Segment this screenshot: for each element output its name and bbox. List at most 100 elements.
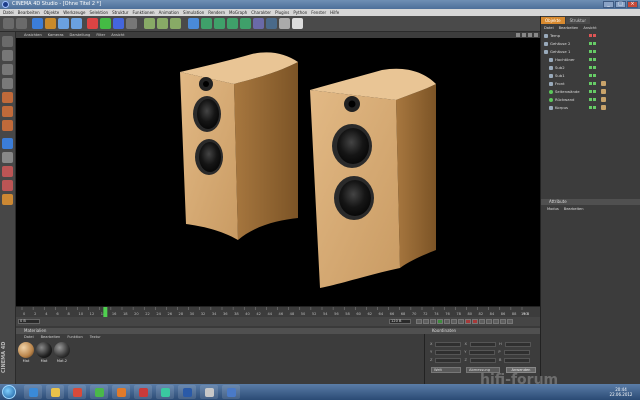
scene-icon[interactable] [266, 18, 277, 29]
attribute-menu-item[interactable]: Modus [547, 207, 559, 211]
object-row[interactable]: Korpus [541, 104, 640, 111]
menu-item[interactable]: MoGraph [229, 10, 247, 15]
render-visibility-icon[interactable] [593, 34, 596, 37]
render-visibility-icon[interactable] [593, 74, 596, 77]
object-row[interactable]: Gehäuse 1 [541, 48, 640, 55]
render-visibility-icon[interactable] [593, 98, 596, 101]
object-row[interactable]: Rückwand [541, 96, 640, 103]
taskbar-app[interactable] [178, 385, 196, 399]
menu-item[interactable]: Charakter [251, 10, 271, 15]
y-axis-icon[interactable] [100, 18, 111, 29]
array-icon[interactable] [227, 18, 238, 29]
rotation-b-field[interactable] [504, 358, 531, 363]
object-row[interactable]: Front [541, 80, 640, 87]
object-mode-icon[interactable] [2, 64, 13, 75]
render-visibility-icon[interactable] [593, 50, 596, 53]
next-frame-icon[interactable] [444, 319, 450, 324]
texture-tag-icon[interactable] [601, 81, 606, 86]
visibility-flags[interactable] [589, 58, 596, 61]
solo-icon[interactable] [2, 194, 13, 205]
taskbar-app[interactable] [222, 385, 240, 399]
render-visibility-icon[interactable] [593, 58, 596, 61]
material-menu-item[interactable]: Datei [24, 335, 34, 339]
coordinate-system-icon[interactable] [126, 18, 137, 29]
next-key-icon[interactable] [451, 319, 457, 324]
cube-icon[interactable] [188, 18, 199, 29]
timeline-ruler[interactable]: 0 2 4 6 8 10 12 14 16 18 20 22 24 26 28 30 32 34 36 38 40 42 4… [16, 306, 540, 317]
menu-item[interactable]: Animation [159, 10, 179, 15]
render-view-icon[interactable] [144, 18, 155, 29]
polygons-mode-icon[interactable] [2, 120, 13, 131]
visibility-flags[interactable] [589, 34, 596, 37]
position-x-field[interactable] [435, 342, 462, 347]
menu-item[interactable]: Python [293, 10, 307, 15]
go-to-end-icon[interactable] [458, 319, 464, 324]
render-visibility-icon[interactable] [593, 82, 596, 85]
right-speaker[interactable] [310, 68, 436, 288]
frame-end-field[interactable]: 120 B [389, 319, 411, 324]
visibility-flags[interactable] [589, 66, 596, 69]
menu-item[interactable]: Hilfe [330, 10, 339, 15]
pen-icon[interactable] [201, 18, 212, 29]
render-visibility-icon[interactable] [593, 106, 596, 109]
editor-visibility-icon[interactable] [589, 106, 592, 109]
object-manager-tab[interactable]: Struktur [565, 17, 590, 24]
keyframe-selection-icon[interactable] [479, 319, 485, 324]
minimize-button[interactable]: _ [603, 1, 614, 8]
make-editable-icon[interactable] [2, 36, 13, 47]
menu-item[interactable]: Plugins [275, 10, 289, 15]
taskbar-app[interactable] [46, 385, 64, 399]
param-key-icon[interactable] [507, 319, 513, 324]
taskbar-app[interactable] [68, 385, 86, 399]
camera-icon[interactable] [279, 18, 290, 29]
taskbar-app[interactable] [90, 385, 108, 399]
axis-mode-icon[interactable] [2, 138, 13, 149]
select-live-icon[interactable] [32, 18, 43, 29]
object-row[interactable]: Gehäuse 2 [541, 40, 640, 47]
visibility-flags[interactable] [589, 82, 596, 85]
object-menu-item[interactable]: Datei [544, 26, 554, 30]
editor-visibility-icon[interactable] [589, 66, 592, 69]
position-y-field[interactable] [435, 350, 462, 355]
render-visibility-icon[interactable] [593, 42, 596, 45]
size-y-field[interactable] [469, 350, 496, 355]
go-to-start-icon[interactable] [416, 319, 422, 324]
move-icon[interactable] [45, 18, 56, 29]
model-mode-icon[interactable] [2, 50, 13, 61]
visibility-flags[interactable] [589, 74, 596, 77]
taskbar-app[interactable] [24, 385, 42, 399]
object-row[interactable]: Sub1 [541, 72, 640, 79]
menu-item[interactable]: Rendern [208, 10, 225, 15]
tweak-mode-icon[interactable] [2, 152, 13, 163]
close-button[interactable]: × [627, 1, 638, 8]
taskbar-app[interactable] [200, 385, 218, 399]
editor-visibility-icon[interactable] [589, 98, 592, 101]
menu-item[interactable]: Datei [3, 10, 14, 15]
object-row[interactable]: Temp [541, 32, 640, 39]
x-axis-icon[interactable] [87, 18, 98, 29]
position-z-field[interactable] [435, 358, 462, 363]
editor-visibility-icon[interactable] [589, 82, 592, 85]
undo-icon[interactable] [3, 18, 14, 29]
editor-visibility-icon[interactable] [589, 74, 592, 77]
z-axis-icon[interactable] [113, 18, 124, 29]
taskbar-app[interactable] [156, 385, 174, 399]
menu-item[interactable]: Werkzeuge [63, 10, 85, 15]
viewport-menu-item[interactable]: Ansichten [24, 33, 42, 37]
viewport-menu-item[interactable]: Darstellung [70, 33, 91, 37]
editor-visibility-icon[interactable] [589, 90, 592, 93]
maximize-button[interactable]: □ [615, 1, 626, 8]
rotation-p-field[interactable] [503, 350, 530, 355]
texture-tag-icon[interactable] [601, 97, 606, 102]
texture-tag-icon[interactable] [601, 105, 606, 110]
current-frame-marker[interactable] [103, 307, 108, 317]
frame-start-field[interactable]: 0 B [18, 319, 40, 324]
object-row[interactable]: Sub2 [541, 64, 640, 71]
attribute-menu-item[interactable]: Bearbeiten [564, 207, 584, 211]
previous-frame-icon[interactable] [430, 319, 436, 324]
snap-icon[interactable] [2, 166, 13, 177]
editor-visibility-icon[interactable] [589, 50, 592, 53]
subdivision-icon[interactable] [214, 18, 225, 29]
menu-item[interactable]: Struktur [112, 10, 128, 15]
redo-icon[interactable] [16, 18, 27, 29]
